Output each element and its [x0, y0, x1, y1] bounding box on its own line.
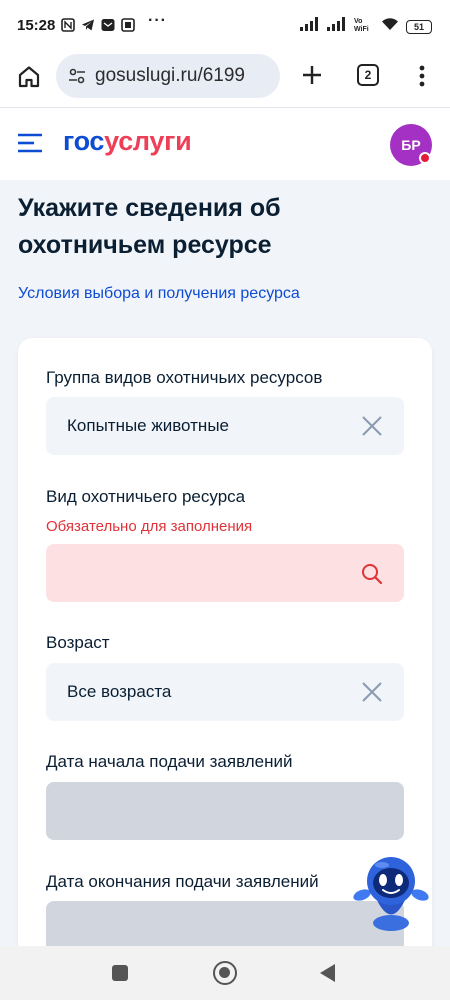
start-date-field — [46, 782, 404, 840]
system-icons: Vo WiFi 51 — [300, 16, 432, 37]
resource-type-search-field[interactable] — [46, 544, 404, 602]
search-icon[interactable] — [360, 562, 384, 586]
page-title: Укажите сведения об охотничьем ресурсе — [18, 194, 281, 259]
vowifi-icon: Vo WiFi — [354, 16, 374, 37]
clear-icon[interactable] — [361, 681, 383, 703]
svg-text:WiFi: WiFi — [354, 26, 369, 32]
start-date-label: Дата начала подачи заявлений — [46, 752, 293, 771]
logo-part-uslugi: услуги — [104, 126, 192, 156]
end-date-label: Дата окончания подачи заявлений — [46, 872, 319, 891]
new-tab-icon[interactable] — [299, 62, 325, 88]
url-text: gosuslugi.ru/6199 — [95, 65, 245, 86]
burger-menu-icon[interactable] — [18, 133, 42, 153]
app-icon — [121, 18, 135, 32]
system-nav-bar — [0, 946, 450, 1000]
more-menu-icon[interactable] — [414, 64, 430, 88]
resource-type-label: Вид охотничьего ресурса — [46, 487, 246, 506]
required-error-text: Обязательно для заполнения — [46, 518, 253, 535]
wifi-icon — [381, 17, 399, 36]
gosuslugi-logo[interactable]: госуслуги — [63, 126, 192, 157]
back-icon[interactable] — [320, 964, 335, 982]
end-date-field — [46, 901, 404, 946]
site-settings-icon[interactable] — [68, 67, 86, 85]
home-nav-icon[interactable] — [213, 961, 237, 985]
notification-icons — [61, 18, 135, 32]
logo-part-gos: гос — [63, 126, 105, 156]
mail-icon — [101, 18, 115, 32]
tab-switcher-button[interactable]: 2 — [357, 64, 379, 86]
age-label: Возраст — [46, 633, 110, 652]
nfc-icon — [61, 18, 75, 32]
address-bar[interactable]: gosuslugi.ru/6199 — [56, 54, 280, 98]
clear-icon[interactable] — [361, 415, 383, 437]
svg-text:Vo: Vo — [354, 18, 362, 25]
telegram-icon — [81, 18, 95, 32]
group-label: Группа видов охотничьих ресурсов — [46, 368, 323, 387]
conditions-link[interactable]: Условия выбора и получения ресурса — [18, 285, 300, 303]
robot-assistant-icon[interactable] — [352, 853, 430, 933]
notification-dot — [419, 152, 431, 164]
browser-toolbar: gosuslugi.ru/6199 2 — [0, 52, 450, 108]
age-value: Все возраста — [67, 682, 172, 701]
status-bar: 15:28 ··· Vo WiFi 51 — [0, 0, 450, 52]
site-header: госуслуги — [0, 108, 450, 180]
status-time: 15:28 — [17, 17, 56, 34]
battery-icon: 51 — [406, 19, 432, 34]
signal-icon — [300, 17, 320, 36]
recent-apps-icon[interactable] — [112, 965, 128, 981]
more-notifications-icon: ··· — [148, 12, 167, 29]
age-select[interactable]: Все возраста — [46, 663, 404, 721]
group-select[interactable]: Копытные животные — [46, 397, 404, 455]
signal-icon-2 — [327, 17, 347, 36]
home-icon[interactable] — [16, 64, 42, 90]
group-value: Копытные животные — [67, 416, 229, 435]
